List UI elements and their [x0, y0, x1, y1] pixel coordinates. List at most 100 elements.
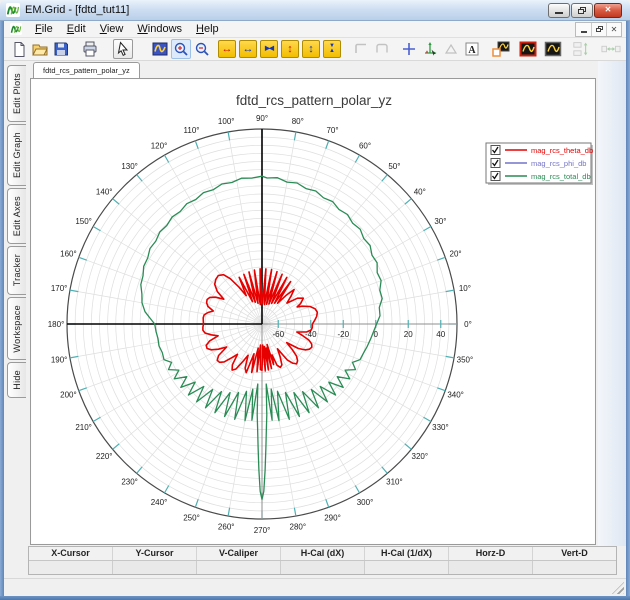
corner-frame-2-button[interactable] — [372, 39, 392, 59]
menu-edit[interactable]: Edit — [60, 22, 93, 36]
legend-label: mag_rcs_total_db — [531, 172, 591, 181]
minimize-button[interactable] — [548, 3, 570, 18]
shrink-x-button[interactable]: ▶◀ — [259, 39, 279, 59]
grid-spoke — [195, 141, 262, 324]
angle-label: 200° — [60, 390, 77, 399]
zoom-in-button[interactable] — [171, 39, 191, 59]
angle-tick — [70, 290, 78, 291]
window-border-bottom — [0, 596, 630, 600]
triangle-marker-button[interactable] — [441, 39, 461, 59]
plot-style-active-button[interactable] — [518, 39, 538, 59]
plot-style-icon — [544, 41, 562, 57]
shrink-y-icon: ▼▲ — [323, 40, 341, 58]
fit-view-button[interactable] — [150, 39, 170, 59]
angle-label: 100° — [218, 117, 235, 126]
menu-help[interactable]: Help — [189, 22, 226, 36]
angle-label: 180° — [48, 320, 65, 329]
vertical-spacing-icon — [572, 41, 592, 57]
open-button[interactable] — [30, 39, 50, 59]
angle-tick — [424, 417, 431, 421]
sidebar-tab-edit-axes[interactable]: Edit Axes — [7, 188, 26, 244]
angle-tick — [113, 199, 120, 204]
corner-frame-1-button[interactable] — [351, 39, 371, 59]
angle-tick — [355, 486, 359, 493]
angle-tick — [294, 132, 295, 140]
add-marker-button[interactable] — [399, 39, 419, 59]
angle-tick — [355, 155, 359, 162]
angle-tick — [228, 508, 229, 516]
angle-label: 60° — [359, 141, 371, 150]
child-restore-button[interactable] — [591, 23, 606, 36]
sidebar-tab-workspace[interactable]: Workspace — [7, 297, 26, 361]
sidebar-tab-hide[interactable]: Hide — [7, 362, 26, 398]
axes-tracker-button[interactable] — [420, 39, 440, 59]
angle-label: 0° — [464, 320, 472, 329]
angle-label: 130° — [121, 162, 138, 171]
angle-label: 140° — [96, 187, 113, 196]
radial-tick-label: 20 — [404, 330, 413, 339]
angle-label: 110° — [184, 126, 200, 135]
zoom-out-button[interactable] — [192, 39, 212, 59]
plot-select-button[interactable] — [491, 39, 511, 59]
angle-label: 80° — [292, 117, 304, 126]
angle-label: 10° — [459, 284, 471, 293]
resize-grip[interactable] — [612, 582, 624, 594]
horizontal-spacing-button[interactable] — [601, 39, 621, 59]
pointer-tool-button[interactable] — [113, 39, 133, 59]
plot-canvas[interactable]: -60-40-20020400°10°20°30°40°50°60°70°80°… — [30, 78, 596, 545]
close-button[interactable]: ✕ — [594, 3, 622, 18]
restore-button[interactable] — [571, 3, 593, 18]
text-annotation-button[interactable]: A — [462, 39, 482, 59]
shrink-y-button[interactable]: ▼▲ — [322, 39, 342, 59]
angle-tick — [137, 175, 142, 182]
angle-label: 270° — [254, 526, 271, 535]
angle-tick — [113, 444, 120, 449]
corner-frame-2-icon — [374, 41, 390, 57]
angle-label: 350° — [457, 356, 474, 365]
save-button[interactable] — [51, 39, 71, 59]
child-minimize-icon — [581, 31, 587, 33]
work-area: Edit Plots Edit Graph Edit Axes Tracker Work… — [4, 61, 626, 546]
grow-x-button[interactable]: ↔ — [238, 39, 258, 59]
angle-tick — [446, 290, 454, 291]
vertical-spacing-button[interactable] — [572, 39, 592, 59]
cursor-readout-table: X-CursorY-CursorV-CaliperH-Cal (dX)H-Cal… — [28, 546, 617, 575]
angle-label: 30° — [434, 217, 446, 226]
angle-tick — [294, 508, 295, 516]
triangle-marker-icon — [443, 41, 459, 57]
menu-windows[interactable]: Windows — [130, 22, 189, 36]
corner-frame-1-icon — [353, 41, 369, 57]
grow-y-button[interactable]: ↕ — [301, 39, 321, 59]
child-close-icon: ✕ — [611, 25, 618, 34]
grid-spoke — [262, 257, 445, 324]
title-bar[interactable]: EM.Grid - [fdtd_tut11] ✕ — [0, 0, 630, 21]
menu-file[interactable]: File — [28, 22, 60, 36]
sidebar-tab-tracker[interactable]: Tracker — [7, 246, 26, 294]
sidebar-tab-edit-graph[interactable]: Edit Graph — [7, 124, 26, 186]
angle-tick — [228, 132, 229, 140]
shrink-x-icon: ▶◀ — [260, 40, 278, 58]
print-button[interactable] — [80, 39, 100, 59]
document-tab[interactable]: fdtd_rcs_pattern_polar_yz — [33, 62, 140, 78]
sidebar-tab-edit-plots[interactable]: Edit Plots — [7, 65, 26, 122]
chart-title: fdtd_rcs_pattern_polar_yz — [236, 93, 392, 108]
readout-header-x-cursor: X-Cursor — [29, 547, 113, 560]
menu-view[interactable]: View — [93, 22, 131, 36]
legend-label: mag_rcs_theta_db — [531, 146, 593, 155]
horizontal-spacing-icon — [601, 41, 621, 57]
plot-style-button[interactable] — [543, 39, 563, 59]
new-button[interactable] — [9, 39, 29, 59]
legend-label: mag_rcs_phi_db — [531, 159, 586, 168]
child-close-button[interactable]: ✕ — [606, 23, 621, 36]
child-minimize-button[interactable] — [576, 23, 591, 36]
angle-label: 340° — [447, 390, 464, 399]
angle-tick — [165, 486, 169, 493]
radial-tick-label: -60 — [272, 330, 284, 339]
document-icon — [10, 23, 22, 35]
window-title: EM.Grid - [fdtd_tut11] — [25, 4, 548, 16]
expand-x-button[interactable]: ↔ — [217, 39, 237, 59]
sidebar-tab-label: Edit Plots — [12, 73, 22, 114]
grid-spoke — [79, 257, 262, 324]
expand-y-button[interactable]: ↕ — [280, 39, 300, 59]
menu-bar: FileEditViewWindowsHelp ✕ — [4, 21, 626, 38]
